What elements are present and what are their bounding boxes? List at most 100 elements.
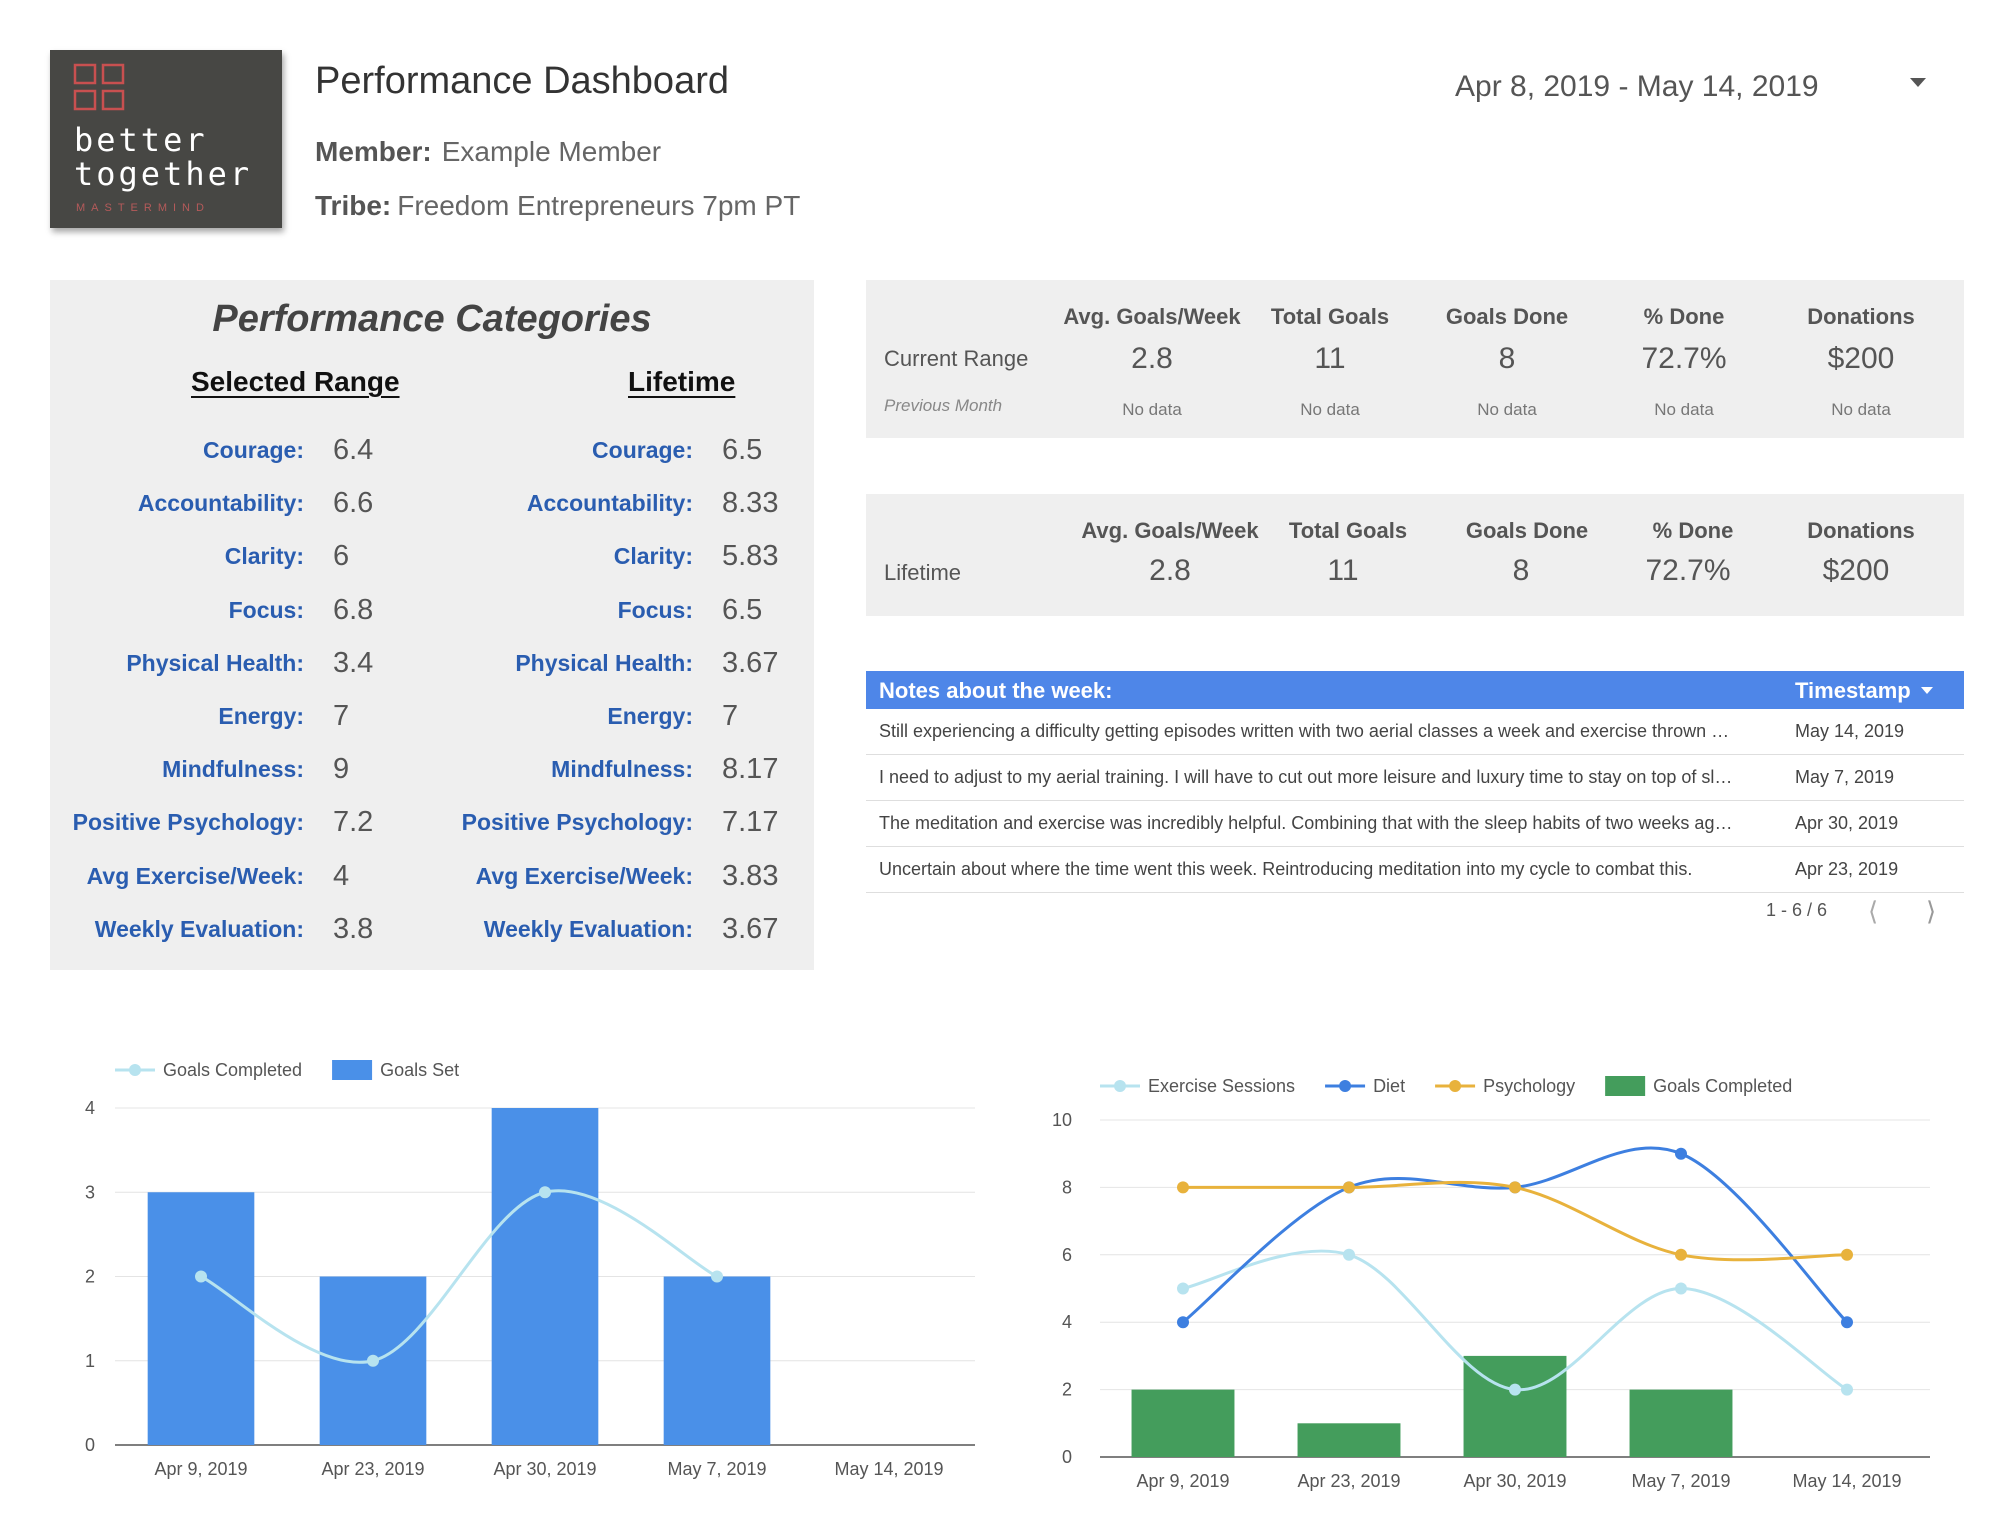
lifetime-accountability-label: Accountability: [526,490,693,517]
table-row[interactable]: Still experiencing a difficulty getting … [866,709,1964,755]
data-point [1343,1248,1355,1261]
legend-label: Diet [1373,1076,1405,1096]
data-point [1509,1383,1521,1396]
data-point [1675,1248,1687,1261]
legend-swatch [1114,1080,1126,1092]
data-point [1675,1147,1687,1160]
legend-swatch [1605,1076,1646,1096]
tribe-line: Tribe: Freedom Entrepreneurs 7pm PT [315,190,800,222]
selected-mindfulness-label: Mindfulness: [162,756,304,783]
bar [1297,1423,1401,1457]
chevron-right-icon[interactable]: ⟩ [1926,896,1936,927]
legend-swatch [129,1064,141,1076]
data-point [1343,1181,1355,1194]
legend-label: Psychology [1483,1076,1575,1096]
data-point [1841,1316,1853,1329]
selected-courage-label: Courage: [203,437,304,463]
selected-courage-value: 6.4 [333,434,374,466]
lifetime-avg-exercise-week-value: 3.83 [722,859,779,892]
lifetime-weekly-evaluation-label: Weekly Evaluation: [483,915,693,942]
logo-text-line2: together [74,155,253,193]
chevron-down-icon[interactable] [1910,78,1926,87]
data-point [539,1186,551,1199]
data-point [1177,1181,1189,1194]
performance-categories-panel: Performance Categories Selected Range Li… [50,280,814,970]
timestamp-column-header[interactable]: Timestamp [1795,678,1911,704]
selected-energy-value: 7 [333,700,350,732]
logo-text-line3: MASTERMIND [76,202,210,214]
series-line [1182,1180,1848,1262]
note-timestamp: Apr 30, 2019 [1795,813,1899,833]
lifetime-positive-psychology-value: 7.17 [722,806,779,839]
table-row[interactable]: Uncertain about where the time went this… [866,847,1964,893]
pagination-label: 1 - 6 / 6 [1766,900,1828,920]
lifetime-courage-label: Courage: [592,437,693,463]
notes-column-header[interactable]: Notes about the week: [879,678,1112,704]
y-tick-label: 8 [1062,1177,1072,1197]
kpi-value-pct-done: 72.7% [1645,554,1731,587]
kpi-comparison-total-goals: No data [1300,400,1360,419]
kpi-comparison-goals-done: No data [1477,400,1537,419]
legend-label: Goals Set [380,1060,459,1080]
kpi-header-goals-done: Goals Done [1445,304,1569,329]
selected-energy-label: Energy: [218,703,304,729]
y-tick-label: 2 [85,1267,95,1287]
y-tick-label: 6 [1062,1245,1072,1265]
lifetime-courage-value: 6.5 [722,434,763,466]
date-range-picker[interactable]: Apr 8, 2019 - May 14, 2019 [1455,70,1819,104]
note-text: Still experiencing a difficulty getting … [879,721,1730,741]
note-text: I need to adjust to my aerial training. … [879,767,1733,787]
y-tick-label: 1 [85,1351,95,1371]
kpi-value-goals-done: 8 [1512,554,1530,587]
kpi-header-donations: Donations [1807,518,1915,543]
note-timestamp: May 7, 2019 [1795,767,1895,787]
selected-physical-health-value: 3.4 [333,646,374,679]
lifetime-positive-psychology-label: Positive Psychology: [461,809,693,836]
lifetime-energy-value: 7 [722,700,739,732]
x-tick-label: May 14, 2019 [834,1459,943,1479]
lifetime-mindfulness-label: Mindfulness: [551,756,693,783]
sort-desc-icon[interactable] [1921,687,1933,694]
kpi-value-donations: $200 [1827,342,1895,375]
lifetime-physical-health-label: Physical Health: [515,649,693,676]
bar [1629,1389,1733,1457]
chevron-left-icon[interactable]: ⟨ [1868,896,1878,927]
goals-chart: 0 1 2 3 4 Apr 9, 2019 Apr 23, 2019 Apr 30, 2019… [85,1060,975,1479]
legend-label: Exercise Sessions [1148,1076,1295,1096]
data-point [1177,1316,1189,1329]
y-tick-label: 10 [1052,1110,1072,1130]
lifetime-heading: Lifetime [628,366,736,397]
x-tick-label: Apr 23, 2019 [321,1459,424,1479]
notes-table-header: Notes about the week: Timestamp [866,671,1964,709]
kpi-header-avg-goals: Avg. Goals/Week [1081,518,1259,543]
y-tick-label: 0 [1062,1447,1072,1467]
page-title: Performance Dashboard [315,60,729,102]
lifetime-focus-value: 6.5 [722,593,763,626]
lifetime-energy-label: Energy: [607,703,693,729]
note-text: Uncertain about where the time went this… [879,859,1693,879]
kpi-value-avg-goals: 2.8 [1131,342,1173,375]
selected-weekly-evaluation-label: Weekly Evaluation: [94,915,304,942]
lifetime-clarity-value: 5.83 [722,540,779,573]
kpi-header-pct-done: % Done [1643,304,1725,329]
kpi-comparison-label: Previous Month [884,396,1003,415]
selected-weekly-evaluation-value: 3.8 [333,912,374,945]
kpi-value-donations: $200 [1822,554,1890,587]
selected-avg-exercise-week-label: Avg Exercise/Week: [86,862,304,889]
kpi-current-range-table: Avg. Goals/Week Total Goals Goals Done %… [866,280,1964,438]
member-line: Member: Example Member [315,136,661,168]
data-point [1177,1282,1189,1295]
table-row[interactable]: I need to adjust to my aerial training. … [866,755,1964,801]
kpi-comparison-donations: No data [1831,400,1891,419]
selected-accountability-value: 6.6 [333,487,374,520]
selected-mindfulness-value: 9 [333,753,350,786]
table-row[interactable]: The meditation and exercise was incredib… [866,801,1964,847]
data-point [1841,1248,1853,1261]
kpi-row-label: Current Range [884,346,1029,371]
selected-avg-exercise-week-value: 4 [333,859,350,892]
legend-label: Goals Completed [1653,1076,1792,1096]
data-point [1509,1181,1521,1194]
series-line [1182,1146,1849,1324]
logo-squares-icon [73,63,125,111]
data-point [367,1354,379,1367]
